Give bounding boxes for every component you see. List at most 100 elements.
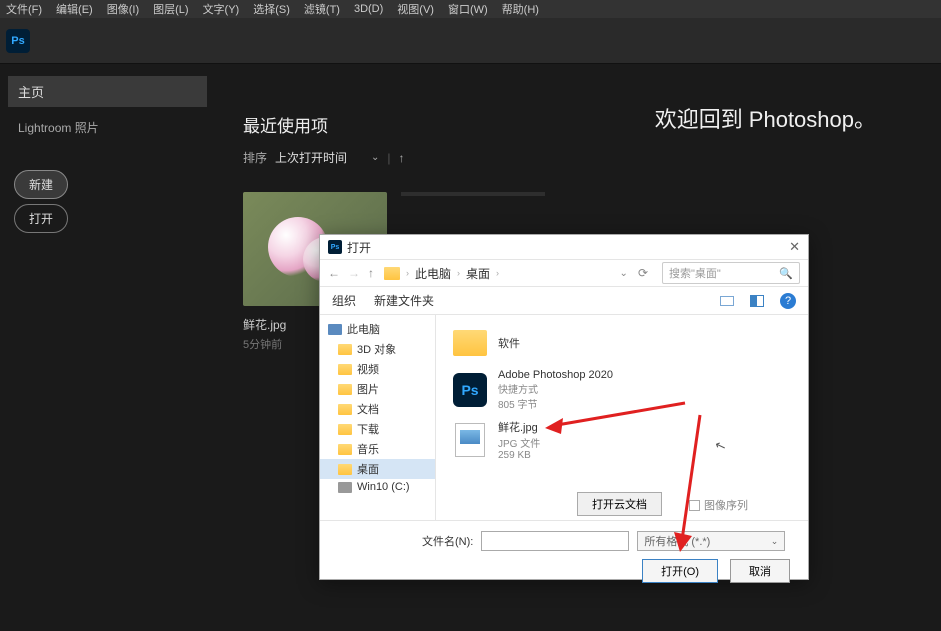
folder-icon bbox=[338, 344, 352, 355]
tree-label: 下载 bbox=[357, 421, 379, 437]
menu-help[interactable]: 帮助(H) bbox=[502, 1, 539, 17]
file-type: 快捷方式 bbox=[498, 381, 613, 396]
file-item-ps[interactable]: Ps Adobe Photoshop 2020 快捷方式 805 字节 bbox=[446, 365, 798, 415]
menu-file[interactable]: 文件(F) bbox=[6, 1, 42, 17]
chevron-down-icon: ⌄ bbox=[371, 152, 379, 163]
nav-back-icon[interactable]: ← bbox=[328, 266, 340, 280]
nav-up-icon[interactable]: ↑ bbox=[368, 266, 374, 280]
file-type-select[interactable]: 所有格式 (*.*) ⌄ bbox=[637, 531, 785, 551]
open-cloud-button[interactable]: 打开云文档 bbox=[577, 492, 662, 516]
file-size: 259 KB bbox=[498, 450, 540, 461]
new-folder-button[interactable]: 新建文件夹 bbox=[374, 292, 434, 309]
dialog-nav: ← → ↑ › 此电脑 › 桌面 › ⌄ ⟳ 搜索"桌面" 🔍 bbox=[320, 259, 808, 287]
file-open-dialog: Ps 打开 ✕ ← → ↑ › 此电脑 › 桌面 › ⌄ ⟳ 搜索"桌面" 🔍 … bbox=[319, 234, 809, 580]
preview-pane-icon[interactable] bbox=[750, 295, 764, 307]
chevron-right-icon: › bbox=[406, 268, 409, 278]
arrow-up-icon[interactable]: ↑ bbox=[399, 151, 405, 165]
path-part[interactable]: 桌面 bbox=[466, 265, 490, 282]
open-button[interactable]: 打开 bbox=[14, 204, 68, 233]
tree-music[interactable]: 音乐 bbox=[320, 439, 435, 459]
menu-view[interactable]: 视图(V) bbox=[397, 1, 434, 17]
nav-fwd-icon[interactable]: → bbox=[348, 266, 360, 280]
toolbar: Ps bbox=[0, 18, 941, 64]
file-name: 鲜花.jpg bbox=[498, 419, 540, 435]
close-icon[interactable]: ✕ bbox=[789, 239, 800, 255]
path-part[interactable]: 此电脑 bbox=[415, 265, 451, 282]
tree-desktop[interactable]: 桌面 bbox=[320, 459, 435, 479]
image-sequence-check[interactable]: 图像序列 bbox=[689, 497, 748, 513]
chevron-down-icon: ⌄ bbox=[771, 536, 779, 547]
file-list: 软件 Ps Adobe Photoshop 2020 快捷方式 805 字节 鲜… bbox=[436, 315, 808, 520]
menu-filter[interactable]: 滤镜(T) bbox=[304, 1, 340, 17]
tab-home[interactable]: 主页 bbox=[8, 76, 207, 107]
dialog-body: 此电脑 3D 对象 视频 图片 文档 下载 音乐 桌面 Win10 (C:) 软… bbox=[320, 315, 808, 520]
new-button[interactable]: 新建 bbox=[14, 170, 68, 199]
path-dropdown-icon[interactable]: ⌄ bbox=[620, 268, 628, 279]
menu-window[interactable]: 窗口(W) bbox=[448, 1, 488, 17]
chevron-right-icon: › bbox=[496, 268, 499, 278]
sort-value: 上次打开时间 bbox=[275, 149, 347, 166]
divider: | bbox=[387, 151, 390, 165]
tree-downloads[interactable]: 下载 bbox=[320, 419, 435, 439]
folder-icon bbox=[384, 267, 400, 280]
refresh-icon[interactable]: ⟳ bbox=[638, 266, 648, 280]
tree-3d[interactable]: 3D 对象 bbox=[320, 339, 435, 359]
folder-icon bbox=[338, 384, 352, 395]
type-label: 所有格式 (*.*) bbox=[644, 533, 710, 549]
tree-label: 文档 bbox=[357, 401, 379, 417]
menu-select[interactable]: 选择(S) bbox=[253, 1, 290, 17]
open-file-button[interactable]: 打开(O) bbox=[642, 559, 718, 583]
sort-label: 排序 bbox=[243, 149, 267, 166]
ps-app-icon: Ps bbox=[453, 373, 487, 407]
dialog-toolbar: 组织 新建文件夹 ? bbox=[320, 287, 808, 315]
tree-label: 图片 bbox=[357, 381, 379, 397]
image-file-icon bbox=[455, 423, 485, 457]
tree-label: 音乐 bbox=[357, 441, 379, 457]
cancel-button[interactable]: 取消 bbox=[730, 559, 790, 583]
sidebar: 主页 Lightroom 照片 新建 打开 bbox=[0, 64, 215, 631]
ps-logo-icon[interactable]: Ps bbox=[6, 29, 30, 53]
chevron-right-icon: › bbox=[457, 268, 460, 278]
help-icon[interactable]: ? bbox=[780, 293, 796, 309]
tree-label: Win10 (C:) bbox=[357, 481, 410, 493]
tree-pictures[interactable]: 图片 bbox=[320, 379, 435, 399]
tree-label: 桌面 bbox=[357, 461, 379, 477]
file-name-input[interactable] bbox=[481, 531, 629, 551]
view-mode-icon[interactable] bbox=[720, 296, 734, 306]
thumb-placeholder bbox=[401, 192, 545, 196]
menu-layer[interactable]: 图层(L) bbox=[153, 1, 188, 17]
tree-video[interactable]: 视频 bbox=[320, 359, 435, 379]
checkbox-icon[interactable] bbox=[689, 500, 700, 511]
tree-label: 视频 bbox=[357, 361, 379, 377]
breadcrumb[interactable]: › 此电脑 › 桌面 › ⌄ ⟳ bbox=[384, 265, 652, 282]
tree-docs[interactable]: 文档 bbox=[320, 399, 435, 419]
tab-lightroom[interactable]: Lightroom 照片 bbox=[8, 113, 207, 142]
file-name: 软件 bbox=[498, 335, 520, 351]
menu-text[interactable]: 文字(Y) bbox=[203, 1, 240, 17]
file-item-folder[interactable]: 软件 bbox=[446, 321, 798, 365]
file-name: Adobe Photoshop 2020 bbox=[498, 369, 613, 381]
organize-menu[interactable]: 组织 bbox=[332, 292, 356, 309]
tree-label: 3D 对象 bbox=[357, 341, 396, 357]
search-input[interactable]: 搜索"桌面" 🔍 bbox=[662, 262, 800, 284]
sort-row: 排序 上次打开时间 ⌄ | ↑ bbox=[243, 149, 941, 166]
folder-icon bbox=[338, 444, 352, 455]
ps-mini-icon: Ps bbox=[328, 240, 342, 254]
menubar: 文件(F) 编辑(E) 图像(I) 图层(L) 文字(Y) 选择(S) 滤镜(T… bbox=[0, 0, 941, 18]
menu-image[interactable]: 图像(I) bbox=[107, 1, 139, 17]
seq-label: 图像序列 bbox=[704, 497, 748, 513]
menu-edit[interactable]: 编辑(E) bbox=[56, 1, 93, 17]
tree-this-pc[interactable]: 此电脑 bbox=[320, 319, 435, 339]
file-type: JPG 文件 bbox=[498, 435, 540, 450]
file-item-jpg[interactable]: 鲜花.jpg JPG 文件 259 KB bbox=[446, 415, 798, 465]
menu-3d[interactable]: 3D(D) bbox=[354, 3, 383, 15]
folder-icon bbox=[338, 364, 352, 375]
folder-icon bbox=[338, 464, 352, 475]
file-size: 805 字节 bbox=[498, 396, 613, 411]
search-placeholder: 搜索"桌面" bbox=[669, 265, 721, 281]
folder-icon bbox=[338, 424, 352, 435]
tree-drive-c[interactable]: Win10 (C:) bbox=[320, 479, 435, 495]
dialog-titlebar: Ps 打开 ✕ bbox=[320, 235, 808, 259]
sort-select[interactable]: 上次打开时间 ⌄ bbox=[275, 149, 379, 166]
tree-label: 此电脑 bbox=[347, 321, 380, 337]
